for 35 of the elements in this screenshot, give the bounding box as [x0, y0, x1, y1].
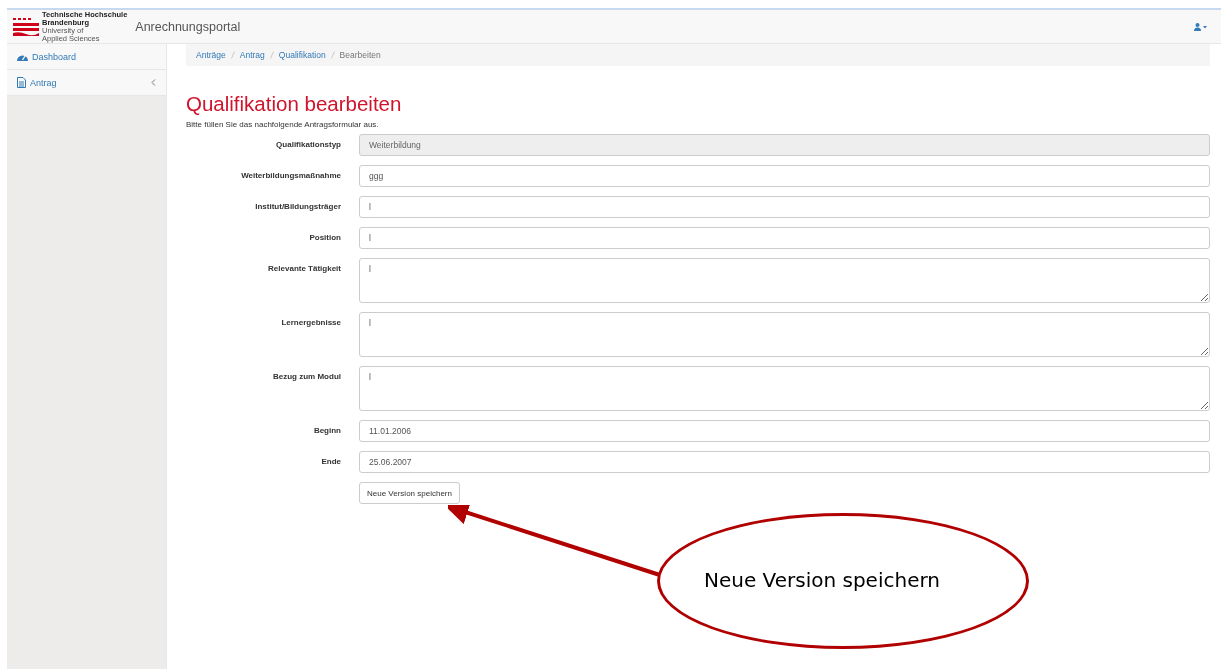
logo-stripes-icon	[13, 17, 39, 36]
annotation-text: Neue Version speichern	[704, 568, 940, 592]
user-caret-icon	[1194, 22, 1207, 31]
sidebar-item[interactable]: Dashboard	[7, 44, 166, 70]
field-label: Lernergebnisse	[280, 317, 341, 329]
text-area[interactable]: l	[359, 312, 1210, 357]
brand-link[interactable]: Anrechnungsportal	[135, 19, 241, 34]
save-version-button[interactable]: Neue Version speichern	[359, 482, 460, 504]
input-field[interactable]: 25.06.2007	[359, 451, 1210, 473]
field-label: Weiterbildungsmaßnahme	[240, 170, 341, 182]
breadcrumb-separator	[269, 51, 274, 59]
text-area[interactable]: l	[359, 366, 1210, 411]
field-label: Relevante Tätigkeit	[267, 263, 341, 275]
field-label: Institut/Bildungsträger	[254, 201, 341, 213]
page-title: Qualifikation bearbeiten	[186, 92, 403, 116]
field-label: Bezug zum Modul	[272, 371, 341, 383]
breadcrumb-link[interactable]: Antrag	[239, 50, 265, 60]
breadcrumb-current: Bearbeiten	[339, 50, 381, 60]
input-field[interactable]: l	[359, 227, 1210, 249]
breadcrumb-separator	[230, 51, 235, 59]
field-label: Position	[308, 232, 341, 244]
breadcrumb-link[interactable]: Anträge	[196, 50, 226, 60]
input-field[interactable]: l	[359, 196, 1210, 218]
text-area[interactable]: l	[359, 258, 1210, 303]
intro-text: Bitte füllen Sie das nachfolgende Antragsformular aus.	[186, 120, 380, 129]
field-label: Ende	[320, 456, 341, 468]
document-icon	[17, 77, 26, 88]
breadcrumb-separator	[330, 51, 335, 59]
input-field[interactable]: ggg	[359, 165, 1210, 187]
user-menu-button[interactable]	[1192, 20, 1209, 33]
sidebar-item[interactable]: Antrag	[7, 70, 166, 96]
field-label: Beginn	[312, 425, 341, 437]
input-field[interactable]: 11.01.2006	[359, 420, 1210, 442]
field-label: Qualifikationstyp	[275, 139, 341, 151]
breadcrumb-link[interactable]: Qualifikation	[278, 50, 326, 60]
